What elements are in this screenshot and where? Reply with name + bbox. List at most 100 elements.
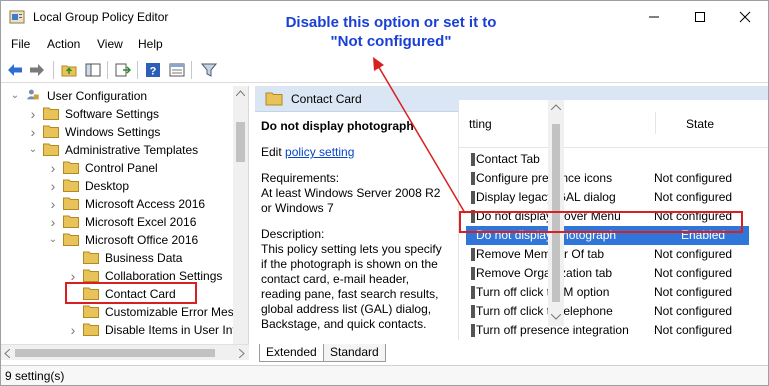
folder-icon — [63, 197, 79, 210]
tree-item[interactable]: › Desktop — [1, 177, 236, 195]
folder-icon — [43, 143, 59, 156]
minimize-button[interactable] — [631, 1, 677, 33]
tab-extended[interactable]: Extended — [259, 344, 324, 362]
tree-item[interactable]: › Control Panel — [1, 159, 236, 177]
tree-hscroll-thumb[interactable] — [15, 349, 215, 357]
tree-item[interactable]: › Microsoft Access 2016 — [1, 195, 236, 213]
list-item[interactable]: Turn off presence integration Not configu… — [469, 321, 749, 340]
folder-icon — [83, 251, 99, 264]
contact-card-highlight — [65, 282, 197, 304]
tree-scroll-thumb[interactable] — [236, 122, 245, 162]
setting-name: Turn off click to telephone — [476, 304, 613, 318]
view-tabs: Extended Standard — [255, 344, 768, 362]
maximize-button[interactable] — [677, 1, 723, 33]
list-item[interactable]: Contact Tab — [469, 150, 749, 169]
tree-vertical-scrollbar[interactable] — [233, 86, 248, 344]
tree-item[interactable]: › Microsoft Excel 2016 — [1, 213, 236, 231]
edit-prefix: Edit — [261, 145, 286, 159]
svg-text:?: ? — [150, 66, 157, 78]
policy-setting-icon — [471, 153, 475, 166]
properties-button[interactable] — [167, 60, 187, 80]
scroll-up-icon[interactable] — [551, 104, 561, 110]
up-folder-icon — [61, 65, 77, 77]
column-divider[interactable] — [655, 112, 656, 134]
chevron-right-icon[interactable]: › — [67, 323, 79, 337]
status-bar: 9 setting(s) — [1, 365, 768, 385]
filter-button[interactable] — [199, 60, 219, 80]
window-title: Local Group Policy Editor — [33, 10, 169, 24]
list-item[interactable]: Configure presence icons Not configured — [469, 169, 749, 188]
chevron-right-icon[interactable]: › — [47, 215, 59, 229]
tree-item-label: Microsoft Excel 2016 — [85, 215, 197, 229]
show-hide-tree-button[interactable] — [83, 60, 103, 80]
scroll-down-icon[interactable] — [551, 314, 561, 320]
export-list-button[interactable] — [113, 60, 133, 80]
edit-policy-link[interactable]: policy setting — [285, 145, 354, 159]
scroll-left-icon[interactable] — [4, 349, 10, 358]
menu-action[interactable]: Action — [47, 37, 80, 51]
chevron-down-icon[interactable]: ⌄ — [27, 144, 39, 156]
chevron-down-icon[interactable]: ⌄ — [47, 234, 59, 246]
column-setting[interactable]: tting — [469, 117, 492, 131]
tree-item-label: Desktop — [85, 179, 130, 193]
chevron-right-icon[interactable]: › — [27, 107, 39, 121]
back-button[interactable] — [5, 60, 25, 80]
setting-name: Remove Member Of tab — [476, 247, 605, 261]
tree-item[interactable]: › Disable Items in User Int — [1, 321, 236, 339]
folder-icon — [43, 125, 59, 138]
close-button[interactable] — [722, 1, 768, 33]
chevron-right-icon[interactable]: › — [67, 269, 79, 283]
tree-item-label: Customizable Error Mess — [105, 305, 240, 319]
show-hide-tree-icon — [85, 63, 101, 77]
setting-state: Not configured — [654, 323, 733, 337]
setting-state: Not configured — [654, 285, 733, 299]
tree-item[interactable]: ⌄ Administrative Templates — [1, 141, 236, 159]
menu-file[interactable]: File — [11, 37, 30, 51]
list-item[interactable]: Remove Organization tab Not configured — [469, 264, 749, 283]
selected-setting-highlight — [459, 211, 743, 233]
tab-standard[interactable]: Standard — [323, 344, 386, 362]
setting-title: Do not display photograph — [261, 119, 414, 133]
scroll-up-icon[interactable] — [236, 90, 245, 96]
tree-item[interactable]: ⌄ Microsoft Office 2016 — [1, 231, 236, 249]
column-state[interactable]: State — [686, 117, 714, 131]
description-text: Description: This policy setting lets yo… — [261, 227, 442, 331]
status-text: 9 setting(s) — [5, 369, 65, 383]
list-item[interactable]: Turn off click to IM option Not configure… — [469, 283, 749, 302]
list-item[interactable]: Display legacy GAL dialog Not configured — [469, 188, 749, 207]
up-folder-button[interactable] — [59, 60, 79, 80]
tree-item-user-configuration[interactable]: ⌄ User Configuration — [1, 87, 236, 105]
list-item[interactable]: Turn off click to telephone Not configure… — [469, 302, 749, 321]
properties-icon — [169, 63, 185, 77]
filter-icon — [201, 63, 217, 77]
menu-view[interactable]: View — [97, 37, 123, 51]
chevron-right-icon[interactable]: › — [27, 125, 39, 139]
user-configuration-icon — [27, 89, 39, 100]
chevron-right-icon[interactable]: › — [47, 179, 59, 193]
scroll-right-icon[interactable] — [239, 349, 245, 358]
folder-icon — [63, 215, 79, 228]
tree-item-label: Control Panel — [85, 161, 158, 175]
setting-state: Not configured — [654, 266, 733, 280]
forward-button[interactable] — [27, 60, 47, 80]
folder-icon — [63, 233, 79, 246]
export-list-icon — [115, 63, 131, 77]
setting-state: Not configured — [654, 171, 733, 185]
tree-item[interactable]: Business Data — [1, 249, 236, 267]
menu-help[interactable]: Help — [138, 37, 163, 51]
tree-item[interactable]: › Windows Settings — [1, 123, 236, 141]
tree-item-label: Microsoft Office 2016 — [85, 233, 199, 247]
chevron-right-icon[interactable]: › — [47, 161, 59, 175]
setting-state: Not configured — [654, 304, 733, 318]
chevron-down-icon[interactable]: ⌄ — [9, 90, 21, 102]
tree-horizontal-scrollbar[interactable] — [1, 344, 249, 360]
tree-item[interactable]: › Software Settings — [1, 105, 236, 123]
tree-item[interactable]: Customizable Error Mess — [1, 303, 240, 321]
policy-setting-icon — [471, 248, 475, 261]
help-button[interactable]: ? — [143, 60, 163, 80]
chevron-right-icon[interactable]: › — [47, 197, 59, 211]
tree-item-label: Software Settings — [65, 107, 160, 121]
list-item[interactable]: Remove Member Of tab Not configured — [469, 245, 749, 264]
setting-name: Display legacy GAL dialog — [476, 190, 616, 204]
tree-item-label: User Configuration — [47, 89, 148, 103]
